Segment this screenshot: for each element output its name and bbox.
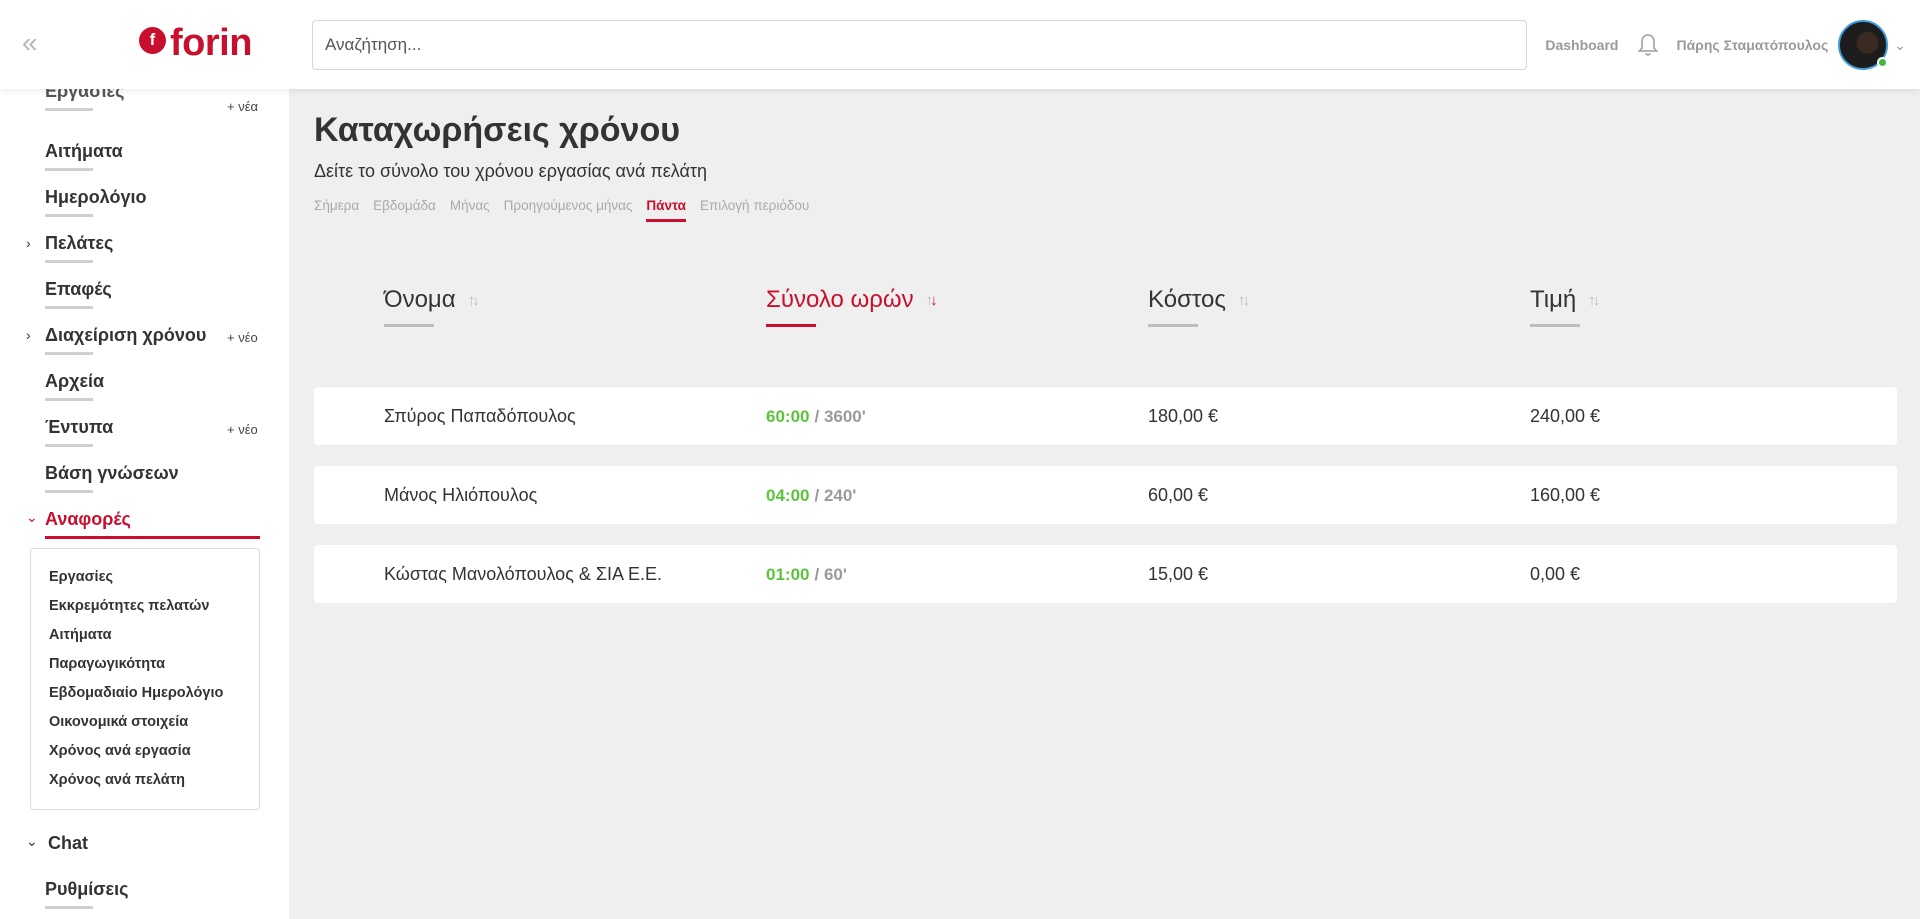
submenu-item-time-per-client[interactable]: Χρόνος ανά πελάτη [49, 772, 259, 801]
column-header-total-hours[interactable]: Σύνολο ωρών ↑↓ [766, 286, 938, 327]
submenu-item-tasks[interactable]: Εργασίες [49, 569, 259, 598]
sidebar-item-tasks-partial[interactable]: Εργασίες [45, 89, 124, 111]
sidebar-item-calendar[interactable]: Ημερολόγιο [45, 187, 146, 217]
logo-text: forin [170, 21, 252, 64]
sidebar-new-time-entry-link[interactable]: + νέο [227, 330, 258, 345]
sidebar-item-contacts[interactable]: Επαφές [45, 279, 112, 309]
sidebar-item-settings[interactable]: Ρυθμίσεις [45, 879, 128, 909]
sidebar-item-knowledge-base[interactable]: Βάση γνώσεων [45, 463, 179, 493]
tab-previous-month[interactable]: Προηγούμενος μήνας [504, 198, 633, 222]
table-row[interactable]: Μάνος Ηλιόπουλος 04:00 / 240' 60,00 € 16… [314, 466, 1897, 524]
chevron-right-icon[interactable]: › [26, 235, 31, 251]
page-title: Καταχωρήσεις χρόνου [314, 111, 680, 149]
search-input[interactable] [312, 20, 1527, 70]
sidebar-item-requests[interactable]: Αιτήματα [45, 141, 123, 171]
submenu-item-requests[interactable]: Αιτήματα [49, 627, 259, 656]
row-total-hours: 01:00 / 60' [766, 565, 847, 584]
row-client-name: Σπύρος Παπαδόπουλος [384, 406, 576, 426]
tab-all-time[interactable]: Πάντα [646, 198, 686, 222]
row-total-hours: 60:00 / 3600' [766, 407, 866, 426]
row-client-name: Κώστας Μανολόπουλος & ΣΙΑ Ε.Ε. [384, 564, 663, 584]
user-name[interactable]: Πάρης Σταματόπουλος [1676, 37, 1828, 53]
chevron-right-icon[interactable]: › [26, 327, 31, 343]
sidebar-new-task-link[interactable]: + νέα [227, 99, 258, 114]
sidebar-item-reports[interactable]: Αναφορές [45, 509, 260, 539]
online-status-icon [1877, 57, 1889, 68]
row-total-hours: 04:00 / 240' [766, 486, 857, 505]
sidebar-new-form-link[interactable]: + νέο [227, 422, 258, 437]
submenu-item-client-pending[interactable]: Εκκρεμότητες πελατών [49, 598, 259, 627]
top-bar: « f forin Dashboard Πάρης Σταματόπουλος … [0, 0, 1920, 89]
sort-desc-icon[interactable]: ↑↓ [926, 292, 938, 309]
tab-custom-period[interactable]: Επιλογή περιόδου [700, 198, 809, 222]
row-cost: 180,00 € [1148, 406, 1219, 426]
logo[interactable]: f forin [139, 20, 252, 66]
column-header-cost[interactable]: Κόστος ↑↓ [1148, 286, 1250, 327]
row-client-name: Μάνος Ηλιόπουλος [384, 485, 538, 505]
period-tabs: Σήμερα Εβδομάδα Μήνας Προηγούμενος μήνας… [314, 198, 823, 222]
column-header-price[interactable]: Τιμή ↑↓ [1530, 286, 1600, 327]
row-cost: 60,00 € [1148, 485, 1209, 505]
chevron-down-icon[interactable]: ⌄ [26, 833, 38, 850]
row-price: 240,00 € [1530, 406, 1601, 426]
submenu-item-weekly-calendar[interactable]: Εβδομαδιαίο Ημερολόγιο [49, 685, 259, 714]
row-cost: 15,00 € [1148, 564, 1209, 584]
chevron-down-icon[interactable]: ⌄ [1894, 37, 1906, 54]
tab-week[interactable]: Εβδομάδα [373, 198, 436, 222]
sort-icon[interactable]: ↑↓ [1588, 292, 1600, 309]
user-area: Dashboard Πάρης Σταματόπουλος ⌄ [1545, 18, 1906, 72]
page-subtitle: Δείτε το σύνολο του χρόνου εργασίας ανά … [314, 161, 708, 181]
reports-submenu: Εργασίες Εκκρεμότητες πελατών Αιτήματα Π… [30, 548, 260, 810]
sidebar-item-time-management[interactable]: Διαχείριση χρόνου [45, 325, 206, 355]
sidebar-item-chat[interactable]: Chat [48, 833, 88, 854]
tab-today[interactable]: Σήμερα [314, 198, 359, 222]
chevron-down-icon[interactable]: ⌄ [26, 509, 38, 526]
notification-bell-icon[interactable] [1636, 32, 1660, 58]
table-row[interactable]: Κώστας Μανολόπουλος & ΣΙΑ Ε.Ε. 01:00 / 6… [314, 545, 1897, 603]
column-header-name[interactable]: Όνομα ↑↓ [384, 286, 480, 327]
submenu-item-productivity[interactable]: Παραγωγικότητα [49, 656, 259, 685]
dashboard-link[interactable]: Dashboard [1545, 37, 1618, 53]
sidebar-item-forms[interactable]: Έντυπα [45, 417, 113, 447]
table-row[interactable]: Σπύρος Παπαδόπουλος 60:00 / 3600' 180,00… [314, 387, 1897, 445]
row-price: 160,00 € [1530, 485, 1601, 505]
sidebar-item-files[interactable]: Αρχεία [45, 371, 104, 401]
sidebar-item-clients[interactable]: Πελάτες [45, 233, 113, 263]
sort-icon[interactable]: ↑↓ [1238, 292, 1250, 309]
main-content: Καταχωρήσεις χρόνου Δείτε το σύνολο του … [289, 89, 1920, 919]
logo-mark-icon: f [139, 26, 166, 54]
sort-icon[interactable]: ↑↓ [468, 292, 480, 309]
avatar[interactable] [1838, 20, 1889, 70]
sidebar: Εργασίες + νέα Αιτήματα Ημερολόγιο › Πελ… [0, 89, 289, 919]
submenu-item-time-per-task[interactable]: Χρόνος ανά εργασία [49, 743, 259, 772]
submenu-item-financials[interactable]: Οικονομικά στοιχεία [49, 714, 259, 743]
tab-month[interactable]: Μήνας [450, 198, 490, 222]
collapse-sidebar-icon[interactable]: « [22, 29, 46, 57]
row-price: 0,00 € [1530, 564, 1581, 584]
